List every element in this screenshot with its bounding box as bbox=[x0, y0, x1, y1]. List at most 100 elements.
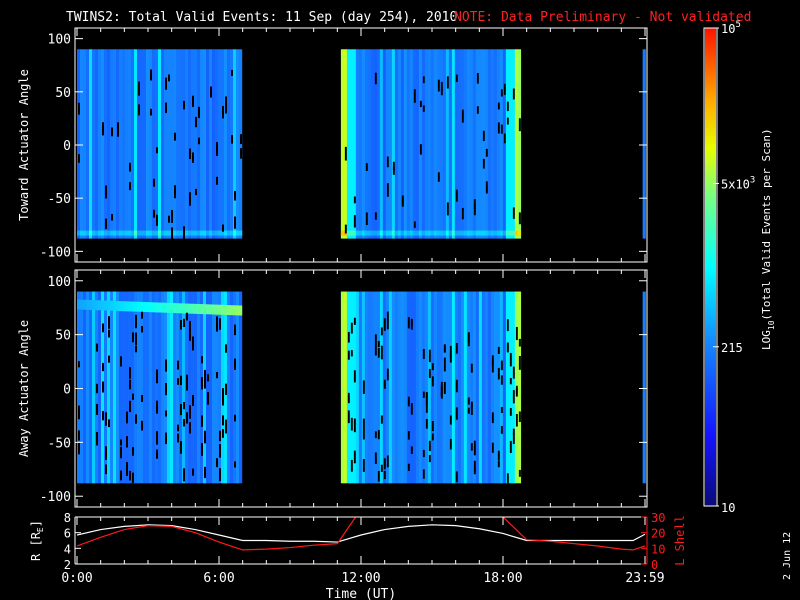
colorbar-cell bbox=[705, 496, 716, 499]
eph-left-tick-label: 8 bbox=[64, 511, 71, 525]
colorbar-cell bbox=[705, 454, 716, 457]
spectrogram-empty-cell bbox=[353, 215, 356, 228]
spectrogram-column bbox=[143, 49, 147, 239]
spectrogram-column bbox=[469, 291, 474, 484]
spectrogram-empty-cell bbox=[380, 415, 383, 424]
spectrogram-cell bbox=[487, 230, 492, 236]
spectrogram-column bbox=[358, 291, 363, 484]
colorbar-cell bbox=[705, 448, 716, 451]
spectrogram-empty-cell bbox=[198, 106, 200, 119]
colorbar-cell bbox=[705, 330, 716, 333]
spectrogram-column bbox=[197, 291, 201, 484]
spectrogram-empty-cell bbox=[240, 148, 242, 159]
spectrogram-empty-cell bbox=[108, 316, 110, 329]
spectrogram-empty-cell bbox=[156, 369, 158, 384]
colorbar-cell bbox=[705, 232, 716, 235]
spectrogram-column bbox=[137, 291, 141, 484]
colorbar-cell bbox=[705, 52, 716, 55]
spectrogram-column bbox=[212, 291, 216, 484]
spectrogram-cell bbox=[505, 230, 510, 236]
spectrogram-cell bbox=[358, 230, 363, 236]
spectrogram-empty-cell bbox=[413, 89, 416, 103]
spectrogram-column bbox=[642, 291, 646, 484]
spectrogram-column bbox=[391, 49, 396, 239]
spectrogram-empty-cell bbox=[171, 209, 173, 223]
spectrogram-empty-cell bbox=[186, 412, 188, 424]
colorbar-cell bbox=[705, 486, 716, 489]
colorbar-cell bbox=[705, 338, 716, 341]
spectrogram-empty-cell bbox=[102, 122, 104, 130]
spectrogram-empty-cell bbox=[186, 374, 188, 383]
colorbar-cell bbox=[705, 120, 716, 123]
spectrogram-column bbox=[146, 291, 150, 484]
spectrogram-empty-cell bbox=[485, 181, 488, 194]
colorbar-cell bbox=[705, 412, 716, 415]
spectrogram-cell bbox=[206, 230, 210, 236]
spectrogram-column bbox=[230, 49, 234, 239]
spectrogram-column bbox=[502, 49, 507, 239]
spectrogram-empty-cell bbox=[234, 324, 236, 336]
spectrogram-empty-cell bbox=[455, 189, 458, 202]
spectrogram-column bbox=[505, 49, 510, 239]
spectrogram-column bbox=[448, 291, 453, 484]
colorbar-cell bbox=[705, 242, 716, 245]
spectrogram-cell bbox=[457, 230, 462, 236]
spectrogram-column bbox=[113, 291, 117, 484]
colorbar-cell bbox=[705, 128, 716, 131]
spectrogram-cell bbox=[155, 230, 159, 236]
spectrogram-cell bbox=[161, 230, 165, 236]
colorbar-cell bbox=[705, 372, 716, 375]
spectrogram-empty-cell bbox=[102, 323, 104, 333]
colorbar-cell bbox=[705, 70, 716, 73]
colorbar-cell bbox=[705, 208, 716, 211]
spectrogram-empty-cell bbox=[219, 468, 221, 482]
colorbar-cell bbox=[705, 160, 716, 163]
spectrogram-cell bbox=[131, 230, 135, 236]
spectrogram-empty-cell bbox=[120, 356, 122, 367]
y-tick-label: 50 bbox=[55, 86, 71, 101]
colorbar-cell bbox=[705, 292, 716, 295]
spectrogram-empty-cell bbox=[377, 340, 380, 348]
colorbar-cell bbox=[705, 266, 716, 269]
spectrogram-empty-cell bbox=[216, 372, 218, 379]
spectrogram-cell bbox=[110, 230, 114, 236]
spectrogram-cell bbox=[80, 299, 84, 310]
spectrogram-column bbox=[227, 291, 231, 484]
spectrogram-empty-cell bbox=[374, 72, 377, 85]
spectrogram-cell bbox=[403, 230, 408, 236]
eph-left-tick-label: 4 bbox=[64, 542, 71, 556]
colorbar-cell bbox=[705, 206, 716, 209]
colorbar-cell bbox=[705, 340, 716, 343]
spectrogram-empty-cell bbox=[105, 185, 107, 199]
spectrogram-column bbox=[86, 291, 90, 484]
spectrogram-empty-cell bbox=[177, 433, 179, 443]
colorbar-cell bbox=[705, 272, 716, 275]
colorbar-cell bbox=[705, 212, 716, 215]
colorbar-cell bbox=[705, 32, 716, 35]
spectrogram-empty-cell bbox=[500, 124, 503, 134]
spectrogram-empty-cell bbox=[446, 76, 449, 89]
spectrogram-column bbox=[430, 49, 435, 239]
spectrogram-column bbox=[140, 49, 144, 239]
spectrogram-cell bbox=[499, 230, 504, 236]
colorbar-cell bbox=[705, 234, 716, 237]
spectrogram-column bbox=[149, 291, 153, 484]
spectrogram-empty-cell bbox=[425, 419, 428, 429]
spectrogram-column bbox=[209, 49, 213, 239]
colorbar-cell bbox=[705, 50, 716, 53]
spectrogram-cell bbox=[95, 230, 99, 236]
spectrogram-empty-cell bbox=[156, 431, 158, 445]
spectrogram-empty-cell bbox=[165, 410, 167, 417]
spectrogram-empty-cell bbox=[165, 359, 167, 372]
spectrogram-column bbox=[412, 49, 417, 239]
colorbar-cell bbox=[705, 280, 716, 283]
spectrogram-empty-cell bbox=[78, 154, 80, 163]
colorbar-cell bbox=[705, 408, 716, 411]
spectrogram-column bbox=[155, 49, 159, 239]
spectrogram-empty-cell bbox=[192, 468, 194, 476]
spectrogram-cell bbox=[194, 230, 198, 236]
colorbar-cell bbox=[705, 294, 716, 297]
spectrogram-empty-cell bbox=[422, 449, 425, 458]
spectrogram-empty-cell bbox=[183, 318, 185, 327]
spectrogram-empty-cell bbox=[201, 356, 203, 364]
